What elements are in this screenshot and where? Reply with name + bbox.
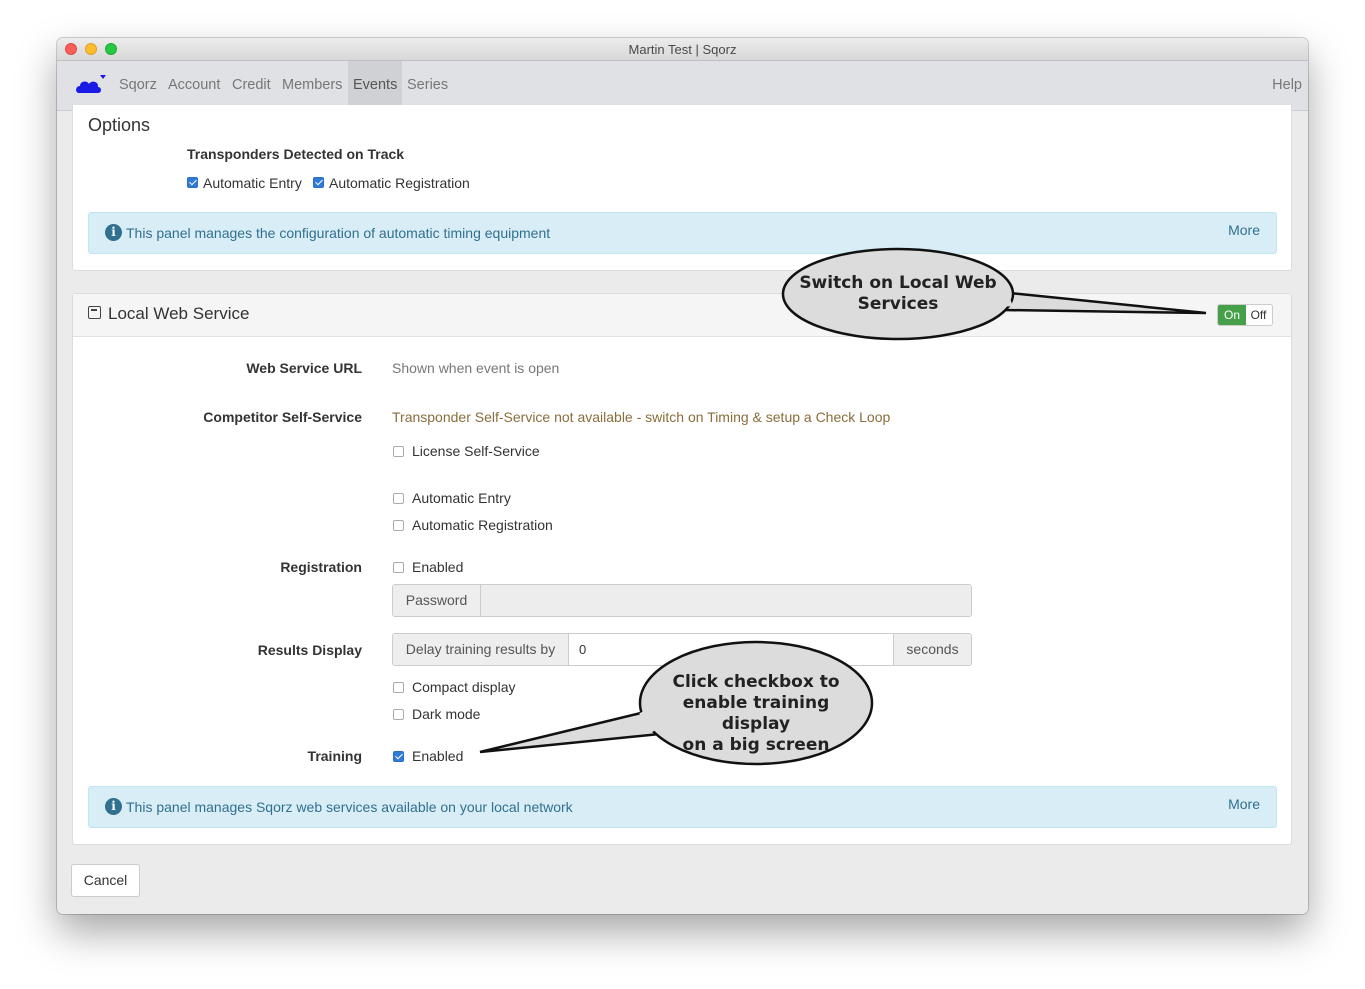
lws-on-off-toggle[interactable]: On Off	[1217, 304, 1273, 326]
dark-mode-label[interactable]: Dark mode	[412, 706, 480, 722]
lws-more-link[interactable]: More	[1228, 796, 1260, 812]
nav-series[interactable]: Series	[402, 61, 453, 110]
web-service-url-label: Web Service URL	[246, 360, 362, 376]
options-auto-entry-checkbox[interactable]	[187, 177, 198, 188]
delay-suffix-addon: seconds	[894, 634, 971, 665]
delay-seconds-input[interactable]: 0	[568, 634, 894, 665]
info-circle-icon: i	[105, 224, 122, 241]
nav-sqorz[interactable]: Sqorz	[114, 61, 162, 110]
options-more-link[interactable]: More	[1228, 222, 1260, 238]
nav-members[interactable]: Members	[277, 61, 347, 110]
toggle-on[interactable]: On	[1218, 305, 1246, 325]
delay-input-group: Delay training results by 0 seconds	[392, 633, 972, 666]
nav-credit[interactable]: Credit	[227, 61, 276, 110]
delay-prefix-addon: Delay training results by	[393, 634, 568, 665]
info-circle-icon: i	[105, 798, 122, 815]
nav-account[interactable]: Account	[163, 61, 225, 110]
toggle-off[interactable]: Off	[1245, 305, 1272, 325]
results-display-label: Results Display	[257, 642, 362, 658]
app-window: Martin Test | Sqorz Sqorz Account Credit…	[57, 38, 1308, 914]
options-panel: Options Transponders Detected on Track A…	[72, 105, 1292, 271]
training-enabled-checkbox[interactable]	[393, 751, 404, 762]
registration-enabled-checkbox[interactable]	[393, 562, 404, 573]
nav-help[interactable]: Help	[1272, 61, 1302, 110]
options-title: Options	[88, 115, 151, 135]
transponders-label: Transponders Detected on Track	[187, 146, 405, 162]
registration-label: Registration	[280, 559, 362, 575]
lws-panel-title: Local Web Service	[108, 304, 250, 323]
lws-panel-heading: Local Web Service On Off	[73, 294, 1291, 337]
training-label: Training	[307, 748, 362, 764]
window-icon	[88, 306, 101, 319]
options-info-bar: i This panel manages the configuration o…	[88, 212, 1277, 254]
compact-display-checkbox[interactable]	[393, 682, 404, 693]
license-self-service-label[interactable]: License Self-Service	[412, 443, 540, 459]
lws-info-text: This panel manages Sqorz web services av…	[126, 799, 573, 815]
options-info-text: This panel manages the configuration of …	[126, 225, 551, 241]
password-input[interactable]	[481, 585, 971, 616]
license-self-service-checkbox[interactable]	[393, 446, 404, 457]
self-service-warning: Transponder Self-Service not available -…	[392, 409, 891, 425]
window-title: Martin Test | Sqorz	[628, 42, 737, 57]
title-bar: Martin Test | Sqorz	[57, 38, 1308, 61]
main-content[interactable]: Options Transponders Detected on Track A…	[57, 105, 1308, 914]
lws-auto-registration-checkbox[interactable]	[393, 520, 404, 531]
lws-auto-entry-checkbox[interactable]	[393, 493, 404, 504]
local-web-service-panel: Local Web Service On Off Web Service URL…	[72, 293, 1292, 845]
training-enabled-label[interactable]: Enabled	[412, 748, 463, 764]
compact-display-label[interactable]: Compact display	[412, 679, 516, 695]
lws-auto-entry-label[interactable]: Automatic Entry	[412, 490, 511, 506]
lws-info-bar: i This panel manages Sqorz web services …	[88, 786, 1277, 828]
options-auto-registration-checkbox[interactable]	[313, 177, 324, 188]
dark-mode-checkbox[interactable]	[393, 709, 404, 720]
lws-auto-registration-label[interactable]: Automatic Registration	[412, 517, 553, 533]
registration-enabled-label[interactable]: Enabled	[412, 559, 463, 575]
top-navbar: Sqorz Account Credit Members Events Seri…	[57, 61, 1308, 111]
password-input-group: Password	[392, 584, 972, 617]
nav-events[interactable]: Events	[348, 61, 403, 110]
cloud-icon[interactable]	[75, 71, 109, 97]
options-auto-registration-label[interactable]: Automatic Registration	[329, 175, 470, 191]
competitor-self-service-label: Competitor Self-Service	[203, 409, 362, 425]
web-service-url-value: Shown when event is open	[392, 360, 560, 376]
options-auto-entry-label[interactable]: Automatic Entry	[203, 175, 302, 191]
password-addon: Password	[393, 585, 481, 616]
cancel-button[interactable]: Cancel	[71, 864, 140, 897]
